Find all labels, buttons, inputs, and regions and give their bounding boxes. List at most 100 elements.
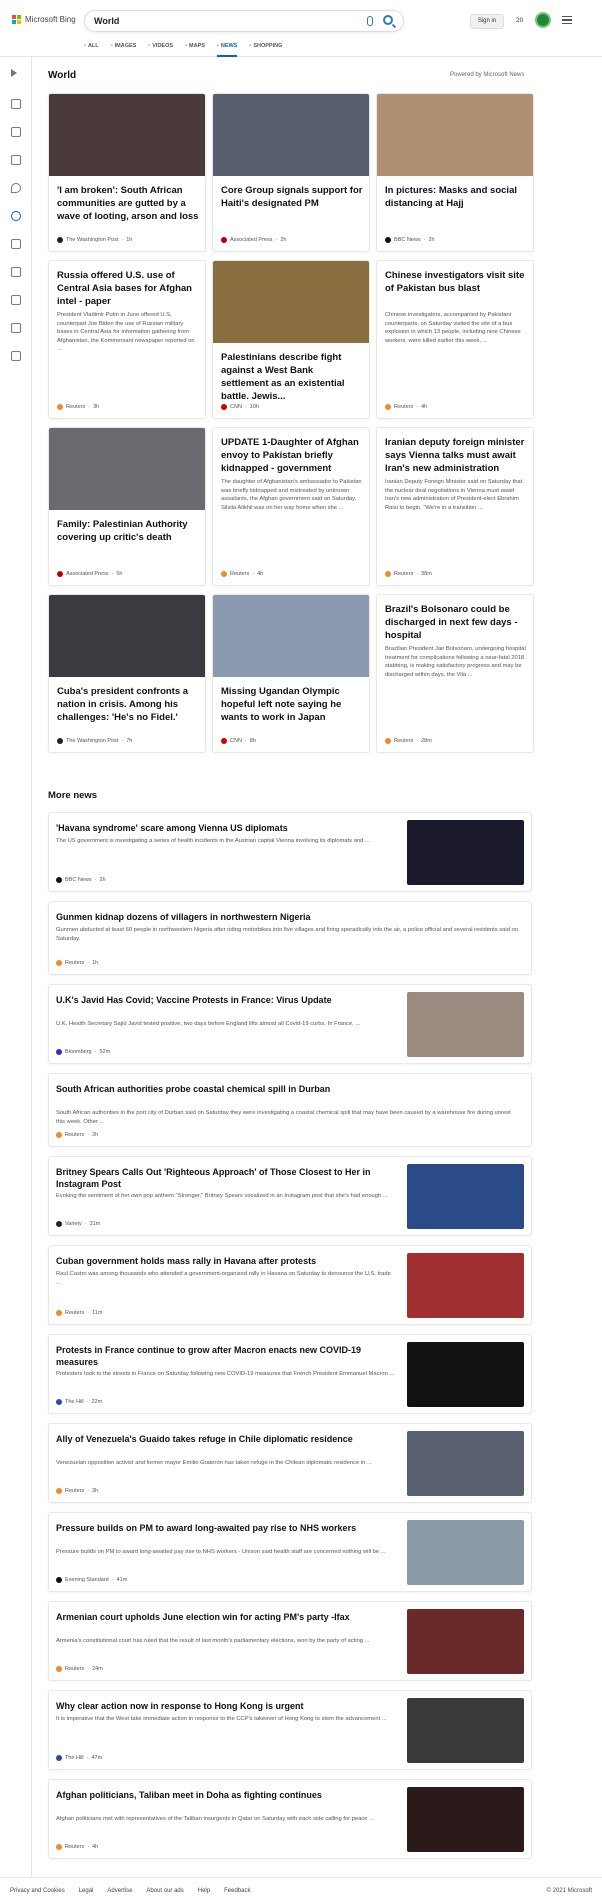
sign-in-button[interactable]: Sign in — [470, 14, 504, 29]
news-card-title[interactable]: Iranian deputy foreign minister says Vie… — [385, 436, 527, 475]
news-list-item[interactable]: Pressure builds on PM to award long-awai… — [48, 1512, 532, 1592]
news-card-title[interactable]: 'I am broken': South African communities… — [57, 184, 199, 223]
news-list-item[interactable]: Gunmen kidnap dozens of villagers in nor… — [48, 901, 532, 975]
news-list-item[interactable]: Afghan politicians, Taliban meet in Doha… — [48, 1779, 532, 1859]
rocket-icon[interactable] — [11, 267, 21, 277]
news-item-title[interactable]: Why clear action now in response to Hong… — [56, 1700, 376, 1712]
news-card[interactable]: Core Group signals support for Haiti's d… — [212, 93, 370, 252]
more-news-title: More news — [48, 790, 98, 801]
news-item-title[interactable]: Pressure builds on PM to award long-awai… — [56, 1522, 376, 1534]
footer-link[interactable]: Advertise — [107, 1888, 132, 1894]
news-card[interactable]: Chinese investigators visit site of Paki… — [376, 260, 534, 419]
tab-news[interactable]: ▫ NEWS — [216, 40, 238, 57]
news-card-image[interactable] — [49, 94, 205, 176]
footer-link[interactable]: About our ads — [146, 1888, 183, 1894]
footer-link[interactable]: Feedback — [224, 1888, 250, 1894]
news-card-image[interactable] — [213, 261, 369, 343]
tab-videos[interactable]: ▫ VIDEOS — [148, 40, 173, 52]
news-list-item[interactable]: Why clear action now in response to Hong… — [48, 1690, 532, 1770]
bank-icon[interactable] — [11, 323, 21, 333]
news-item-thumbnail[interactable] — [407, 1698, 524, 1763]
news-item-thumbnail[interactable] — [407, 1342, 524, 1407]
powered-by[interactable]: Powered by Microsoft News — [450, 72, 524, 78]
search-input[interactable]: World — [94, 16, 119, 26]
news-card-title[interactable]: Palestinians describe fight against a We… — [221, 351, 363, 403]
news-list-item[interactable]: Cuban government holds mass rally in Hav… — [48, 1245, 532, 1325]
hamburger-menu-icon[interactable] — [562, 16, 572, 24]
tab-shopping[interactable]: ▫ SHOPPING — [249, 40, 282, 52]
footer-link[interactable]: Legal — [79, 1888, 94, 1894]
sports-icon[interactable] — [11, 127, 21, 137]
footer-link[interactable]: Help — [198, 1888, 210, 1894]
news-card[interactable]: Brazil's Bolsonaro could be discharged i… — [376, 594, 534, 753]
news-item-title[interactable]: Cuban government holds mass rally in Hav… — [56, 1255, 376, 1267]
news-item-snippet: Evoking the sentiment of her own pop ant… — [56, 1193, 388, 1199]
news-item-title[interactable]: Ally of Venezuela's Guaido takes refuge … — [56, 1433, 376, 1445]
news-list-item[interactable]: U.K's Javid Has Covid; Vaccine Protests … — [48, 984, 532, 1064]
news-item-title[interactable]: U.K's Javid Has Covid; Vaccine Protests … — [56, 994, 376, 1006]
news-list-item[interactable]: Britney Spears Calls Out 'Righteous Appr… — [48, 1156, 532, 1236]
news-card[interactable]: In pictures: Masks and social distancing… — [376, 93, 534, 252]
news-card-title[interactable]: Family: Palestinian Authority covering u… — [57, 518, 199, 544]
news-item-thumbnail[interactable] — [407, 820, 524, 885]
news-item-title[interactable]: Afghan politicians, Taliban meet in Doha… — [56, 1789, 376, 1801]
news-card-image[interactable] — [213, 595, 369, 677]
news-card[interactable]: UPDATE 1-Daughter of Afghan envoy to Pak… — [212, 427, 370, 586]
news-card[interactable]: 'I am broken': South African communities… — [48, 93, 206, 252]
news-card[interactable]: Palestinians describe fight against a We… — [212, 260, 370, 419]
search-box[interactable]: World — [84, 10, 404, 32]
news-card-title[interactable]: Cuba's president confronts a nation in c… — [57, 685, 199, 724]
news-item-thumbnail[interactable] — [407, 1520, 524, 1585]
money-icon[interactable] — [11, 351, 21, 361]
news-list-item[interactable]: Ally of Venezuela's Guaido takes refuge … — [48, 1423, 532, 1503]
news-card-title[interactable]: Russia offered U.S. use of Central Asia … — [57, 269, 199, 308]
news-card[interactable]: Family: Palestinian Authority covering u… — [48, 427, 206, 586]
location-icon[interactable] — [11, 183, 21, 193]
news-card-title[interactable]: Core Group signals support for Haiti's d… — [221, 184, 363, 210]
news-card-title[interactable]: Chinese investigators visit site of Paki… — [385, 269, 527, 295]
bing-logo[interactable]: Microsoft Bing — [12, 15, 76, 24]
news-card-image[interactable] — [49, 428, 205, 510]
news-item-thumbnail[interactable] — [407, 1609, 524, 1674]
news-item-thumbnail[interactable] — [407, 1253, 524, 1318]
news-card[interactable]: Missing Ugandan Olympic hopeful left not… — [212, 594, 370, 753]
search-icon[interactable] — [383, 15, 393, 25]
science-icon[interactable] — [11, 239, 21, 249]
news-item-title[interactable]: Protests in France continue to grow afte… — [56, 1344, 376, 1368]
tab-all[interactable]: ▫ ALL — [84, 40, 99, 52]
news-item-title[interactable]: Britney Spears Calls Out 'Righteous Appr… — [56, 1166, 376, 1190]
news-card-title[interactable]: Brazil's Bolsonaro could be discharged i… — [385, 603, 527, 642]
news-item-thumbnail[interactable] — [407, 992, 524, 1057]
tab-images[interactable]: ▫ IMAGES — [111, 40, 137, 52]
news-card[interactable]: Russia offered U.S. use of Central Asia … — [48, 260, 206, 419]
rewards-icon[interactable] — [535, 12, 551, 28]
news-card[interactable]: Iranian deputy foreign minister says Vie… — [376, 427, 534, 586]
news-list-item[interactable]: Protests in France continue to grow afte… — [48, 1334, 532, 1414]
rewards-points[interactable]: 20 — [516, 17, 523, 24]
news-card-title[interactable]: Missing Ugandan Olympic hopeful left not… — [221, 685, 363, 724]
home-icon[interactable] — [11, 99, 21, 109]
expand-arrow-icon[interactable] — [11, 69, 17, 77]
news-card-title[interactable]: UPDATE 1-Daughter of Afghan envoy to Pak… — [221, 436, 363, 475]
news-item-title[interactable]: South African authorities probe coastal … — [56, 1083, 516, 1095]
entertainment-icon[interactable] — [11, 295, 21, 305]
news-item-title[interactable]: Gunmen kidnap dozens of villagers in nor… — [56, 911, 516, 923]
tab-maps[interactable]: ▫ MAPS — [185, 40, 205, 52]
news-item-thumbnail[interactable] — [407, 1431, 524, 1496]
news-card-image[interactable] — [49, 595, 205, 677]
news-card-title[interactable]: In pictures: Masks and social distancing… — [385, 184, 527, 210]
news-item-thumbnail[interactable] — [407, 1787, 524, 1852]
microphone-icon[interactable] — [367, 16, 373, 26]
footer-link[interactable]: Privacy and Cookies — [10, 1888, 65, 1894]
news-list-item[interactable]: 'Havana syndrome' scare among Vienna US … — [48, 812, 532, 892]
flag-icon[interactable] — [11, 155, 21, 165]
globe-icon[interactable] — [11, 211, 21, 221]
news-item-thumbnail[interactable] — [407, 1164, 524, 1229]
news-list-item[interactable]: Armenian court upholds June election win… — [48, 1601, 532, 1681]
news-card[interactable]: Cuba's president confronts a nation in c… — [48, 594, 206, 753]
news-list-item[interactable]: South African authorities probe coastal … — [48, 1073, 532, 1147]
news-card-image[interactable] — [213, 94, 369, 176]
news-item-title[interactable]: 'Havana syndrome' scare among Vienna US … — [56, 822, 376, 834]
news-card-image[interactable] — [377, 94, 533, 176]
news-item-title[interactable]: Armenian court upholds June election win… — [56, 1611, 376, 1623]
